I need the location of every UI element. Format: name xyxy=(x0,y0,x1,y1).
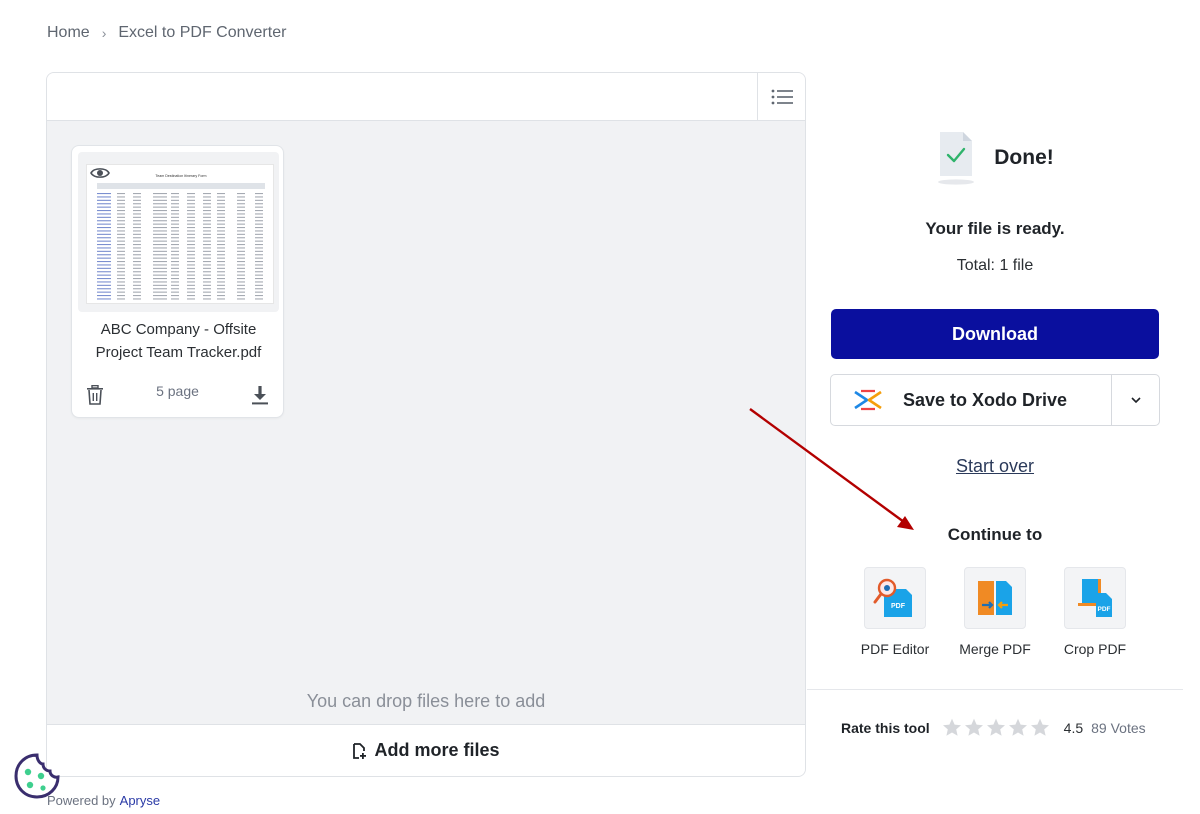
xodo-logo-icon xyxy=(854,389,882,411)
add-file-icon xyxy=(353,742,367,759)
done-title: Done! xyxy=(994,146,1054,169)
tool-crop-pdf[interactable]: PDF Crop PDF xyxy=(1059,567,1131,657)
cookie-settings-icon[interactable] xyxy=(13,752,61,800)
tool-merge-pdf-label: Merge PDF xyxy=(959,641,1031,657)
breadcrumb: Home › Excel to PDF Converter xyxy=(47,24,286,42)
download-file-icon[interactable] xyxy=(251,385,269,405)
download-button[interactable]: Download xyxy=(831,309,1159,359)
rating-star-icon[interactable] xyxy=(942,718,962,737)
file-thumbnail[interactable]: Team Destination Itinerary Form xyxy=(78,152,279,312)
chevron-down-icon xyxy=(1130,397,1141,403)
panel-toolbar xyxy=(47,73,805,121)
rating-star-icon[interactable] xyxy=(964,718,984,737)
save-options-dropdown[interactable] xyxy=(1111,375,1159,425)
tool-merge-pdf[interactable]: Merge PDF xyxy=(959,567,1031,657)
rating-star-icon[interactable] xyxy=(1030,718,1050,737)
file-card[interactable]: Team Destination Itinerary Form ABC Comp… xyxy=(71,145,284,418)
rating-star-icon[interactable] xyxy=(986,718,1006,737)
drop-zone-hint: You can drop files here to add xyxy=(306,691,546,711)
file-name: ABC Company - Offsite Project Team Track… xyxy=(95,321,262,361)
file-done-icon xyxy=(938,132,975,185)
start-over-link[interactable]: Start over xyxy=(807,456,1183,477)
add-more-files-label: Add more files xyxy=(374,740,500,760)
divider xyxy=(807,689,1183,690)
rating-row: Rate this tool 4.5 89 Votes xyxy=(841,718,1146,737)
breadcrumb-home-link[interactable]: Home xyxy=(47,24,90,42)
svg-text:PDF: PDF xyxy=(891,603,906,610)
add-more-files-button[interactable]: Add more files xyxy=(47,724,805,776)
file-ready-text: Your file is ready. xyxy=(925,219,1065,238)
tool-crop-pdf-label: Crop PDF xyxy=(1063,641,1127,657)
pdf-editor-icon: PDF xyxy=(864,567,926,629)
thumbnail-title: Team Destination Itinerary Form xyxy=(155,174,206,178)
breadcrumb-current: Excel to PDF Converter xyxy=(118,24,287,41)
file-card-footer: 5 page xyxy=(72,383,283,407)
spreadsheet-preview: Team Destination Itinerary Form xyxy=(97,174,265,300)
total-files-text: Total: 1 file xyxy=(956,257,1034,274)
save-to-xodo-drive-button[interactable]: Save to Xodo Drive xyxy=(831,375,1111,425)
save-to-xodo-drive-label: Save to Xodo Drive xyxy=(903,389,1068,410)
tool-pdf-editor[interactable]: PDF PDF Editor xyxy=(859,567,931,657)
tool-pdf-editor-label: PDF Editor xyxy=(860,641,930,657)
continue-tools: PDF PDF Editor Merge PDF PDF Crop PDF xyxy=(807,567,1183,657)
file-panel: Team Destination Itinerary Form ABC Comp… xyxy=(46,72,806,777)
rating-votes: 89 Votes xyxy=(1091,719,1146,736)
apryse-link[interactable]: Apryse xyxy=(120,793,160,808)
list-view-icon xyxy=(771,89,793,104)
breadcrumb-separator: › xyxy=(101,25,107,41)
rating-score: 4.5 xyxy=(1063,719,1084,736)
preview-eye-icon[interactable] xyxy=(90,166,110,180)
done-header: Done! xyxy=(807,130,1183,186)
result-panel: Done! Your file is ready. Total: 1 file … xyxy=(807,72,1183,777)
powered-by: Powered by Apryse xyxy=(47,793,160,808)
rating-star-icon[interactable] xyxy=(1008,718,1028,737)
crop-pdf-icon: PDF xyxy=(1064,567,1126,629)
save-to-xodo-drive-group: Save to Xodo Drive xyxy=(830,374,1160,426)
rate-tool-label: Rate this tool xyxy=(841,719,930,736)
merge-pdf-icon xyxy=(964,567,1026,629)
list-view-button[interactable] xyxy=(757,73,805,120)
continue-to-heading: Continue to xyxy=(947,525,1043,544)
rating-stars xyxy=(942,718,1050,737)
thumbnail-page: Team Destination Itinerary Form xyxy=(86,164,274,304)
svg-text:PDF: PDF xyxy=(1098,606,1111,613)
